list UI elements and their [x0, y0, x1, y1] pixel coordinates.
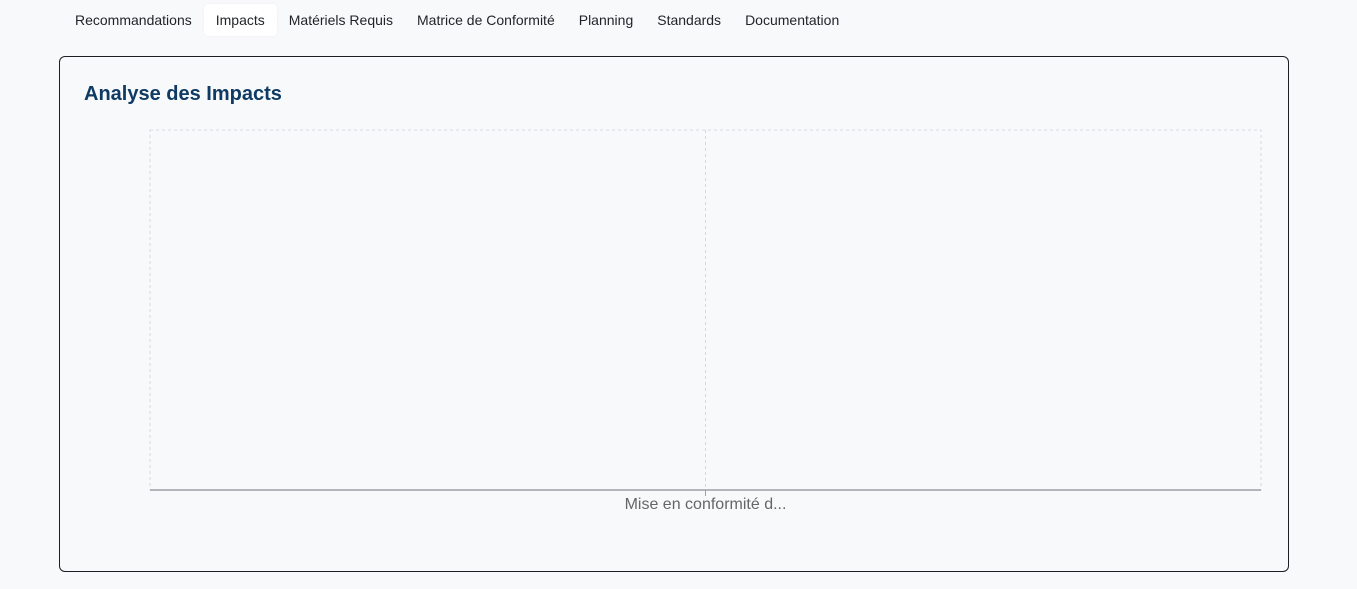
tab-recommandations[interactable]: Recommandations [63, 4, 204, 36]
tab-materiels-requis[interactable]: Matériels Requis [277, 4, 405, 36]
impact-chart: Mise en conformité d... [149, 129, 1262, 513]
tab-standards[interactable]: Standards [645, 4, 733, 36]
x-tick-label: Mise en conformité d... [625, 496, 787, 513]
impact-analysis-card: Analyse des Impacts Mise en conformité d… [59, 56, 1289, 572]
tab-bar: Recommandations Impacts Matériels Requis… [63, 4, 851, 36]
tab-matrice-de-conformite[interactable]: Matrice de Conformité [405, 4, 567, 36]
tab-documentation[interactable]: Documentation [733, 4, 851, 36]
tab-planning[interactable]: Planning [567, 4, 646, 36]
tab-impacts[interactable]: Impacts [203, 4, 277, 36]
x-tick-labels: Mise en conformité d... [625, 496, 787, 513]
